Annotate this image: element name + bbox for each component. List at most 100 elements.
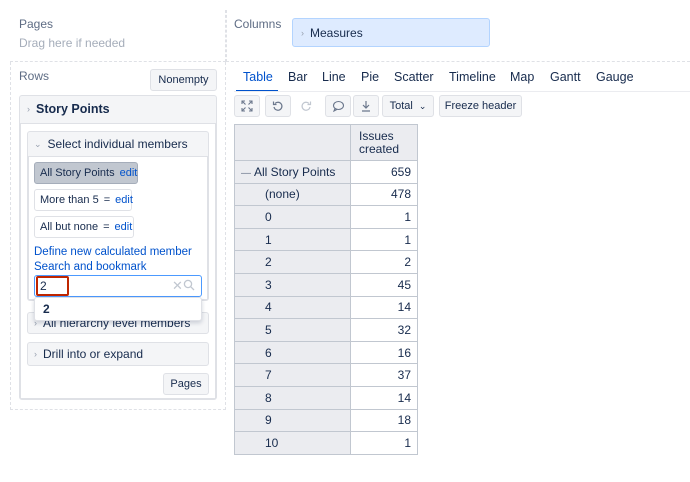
- issues-created-header[interactable]: Issues created: [350, 124, 418, 161]
- chip-label: More than 5: [40, 194, 99, 206]
- chip-edit-link[interactable]: edit: [120, 167, 138, 179]
- collapse-icon[interactable]: —: [241, 168, 251, 179]
- measures-chip-label: Measures: [310, 25, 363, 40]
- define-calculated-member-link[interactable]: Define new calculated member: [34, 246, 192, 258]
- chevron-down-icon: ⌄: [34, 138, 42, 149]
- table-row: 8 14: [234, 385, 418, 410]
- redo-icon: [301, 101, 312, 111]
- member-search-input[interactable]: [36, 276, 69, 296]
- row-value: 37: [350, 363, 418, 387]
- table-row: 9 18: [234, 408, 418, 433]
- table-row: 2 2: [234, 250, 418, 274]
- tabs-divider: [234, 91, 690, 92]
- row-value: 32: [350, 318, 418, 342]
- table-row: 7 37: [234, 363, 418, 387]
- freeze-header-button[interactable]: Freeze header: [439, 95, 522, 117]
- table-row: (none) 478: [234, 182, 418, 207]
- row-value: 659: [350, 160, 418, 184]
- select-members-header[interactable]: ⌄ Select individual members: [34, 137, 188, 151]
- tab-line[interactable]: Line: [322, 70, 346, 84]
- download-button[interactable]: [353, 95, 379, 117]
- row-header[interactable]: 5: [234, 318, 351, 342]
- row-header[interactable]: 7: [234, 363, 351, 387]
- rows-title: Rows: [19, 69, 50, 83]
- table-row: 0 1: [234, 205, 418, 229]
- pages-hint: Drag here if needed: [19, 36, 126, 50]
- row-value: 16: [350, 340, 418, 365]
- row-value: 45: [350, 272, 418, 297]
- chip-label: All but none: [40, 221, 99, 233]
- chip-edit-link[interactable]: edit: [115, 194, 133, 206]
- row-header[interactable]: 6: [234, 340, 351, 365]
- header-line-1: Issues: [359, 128, 394, 143]
- drill-title: Drill into or expand: [43, 347, 144, 361]
- tab-table[interactable]: Table: [243, 70, 273, 84]
- total-label: Total: [389, 100, 413, 112]
- search-suggestion-dropdown: [34, 297, 202, 321]
- story-points-header[interactable]: › Story Points: [27, 102, 110, 116]
- download-icon: [362, 101, 370, 112]
- row-header[interactable]: 10: [234, 431, 351, 455]
- pages-button[interactable]: Pages: [163, 373, 209, 395]
- comment-button[interactable]: [325, 95, 351, 117]
- chip-edit-link[interactable]: edit: [115, 221, 133, 233]
- pages-title: Pages: [19, 17, 54, 31]
- tab-gantt[interactable]: Gantt: [550, 70, 581, 84]
- tab-gauge[interactable]: Gauge: [596, 70, 634, 84]
- search-icon: [183, 279, 195, 291]
- row-header-all-story-points[interactable]: — All Story Points: [234, 160, 351, 184]
- row-header[interactable]: 0: [234, 205, 351, 229]
- clear-icon[interactable]: ✕: [172, 278, 183, 294]
- table-row: 10 1: [234, 431, 418, 455]
- row-header[interactable]: 1: [234, 227, 351, 252]
- chevron-right-icon: ›: [34, 349, 37, 359]
- tab-map[interactable]: Map: [510, 70, 534, 84]
- chevron-right-icon: ›: [27, 104, 30, 114]
- expand-icon: [241, 100, 253, 112]
- member-chip-all-but-none[interactable]: All but none = edit: [34, 216, 134, 238]
- row-value: 1: [350, 431, 418, 455]
- row-value: 1: [350, 205, 418, 229]
- table-row: 5 32: [234, 318, 418, 342]
- tab-scatter[interactable]: Scatter: [394, 70, 434, 84]
- redo-button[interactable]: [293, 95, 319, 117]
- header-line-2: created: [359, 141, 400, 156]
- expand-button[interactable]: [234, 95, 260, 117]
- nonempty-button[interactable]: Nonempty: [150, 69, 217, 91]
- total-dropdown[interactable]: Total ⌄: [382, 95, 434, 117]
- row-header[interactable]: 2: [234, 250, 351, 274]
- member-chip-all-story-points[interactable]: All Story Points edit: [34, 162, 138, 184]
- drill-header[interactable]: › Drill into or expand: [34, 347, 143, 361]
- row-value: 478: [350, 182, 418, 207]
- chip-equals: =: [103, 194, 111, 206]
- undo-button[interactable]: [265, 95, 291, 117]
- corner-cell: [234, 124, 351, 161]
- tab-timeline[interactable]: Timeline: [449, 70, 496, 84]
- search-and-bookmark-link[interactable]: Search and bookmark: [34, 261, 147, 273]
- row-value: 2: [350, 250, 418, 274]
- row-header[interactable]: 8: [234, 385, 351, 410]
- comment-icon: [332, 100, 344, 112]
- tab-bar[interactable]: Bar: [288, 70, 307, 84]
- search-suggestion-item[interactable]: 2: [43, 302, 50, 316]
- row-header[interactable]: (none): [234, 182, 351, 207]
- header-row: Issues created: [234, 124, 418, 161]
- table-row: 6 16: [234, 340, 418, 365]
- chevron-right-icon: ›: [301, 27, 304, 38]
- table-row: — All Story Points 659: [234, 160, 418, 184]
- table-row: 3 45: [234, 272, 418, 297]
- chevron-down-icon: ⌄: [418, 100, 427, 111]
- row-value: 14: [350, 295, 418, 320]
- row-header[interactable]: 4: [234, 295, 351, 320]
- measures-chip[interactable]: › Measures: [292, 18, 490, 47]
- columns-title: Columns: [234, 17, 282, 31]
- row-value: 18: [350, 408, 418, 433]
- row-header[interactable]: 9: [234, 408, 351, 433]
- member-chip-more-than-5[interactable]: More than 5 = edit: [34, 189, 133, 211]
- table-row: 4 14: [234, 295, 418, 320]
- undo-icon: [272, 101, 283, 111]
- row-header[interactable]: 3: [234, 272, 351, 297]
- chip-label: All Story Points: [40, 167, 115, 179]
- row-value: 14: [350, 385, 418, 410]
- tab-pie[interactable]: Pie: [361, 70, 379, 84]
